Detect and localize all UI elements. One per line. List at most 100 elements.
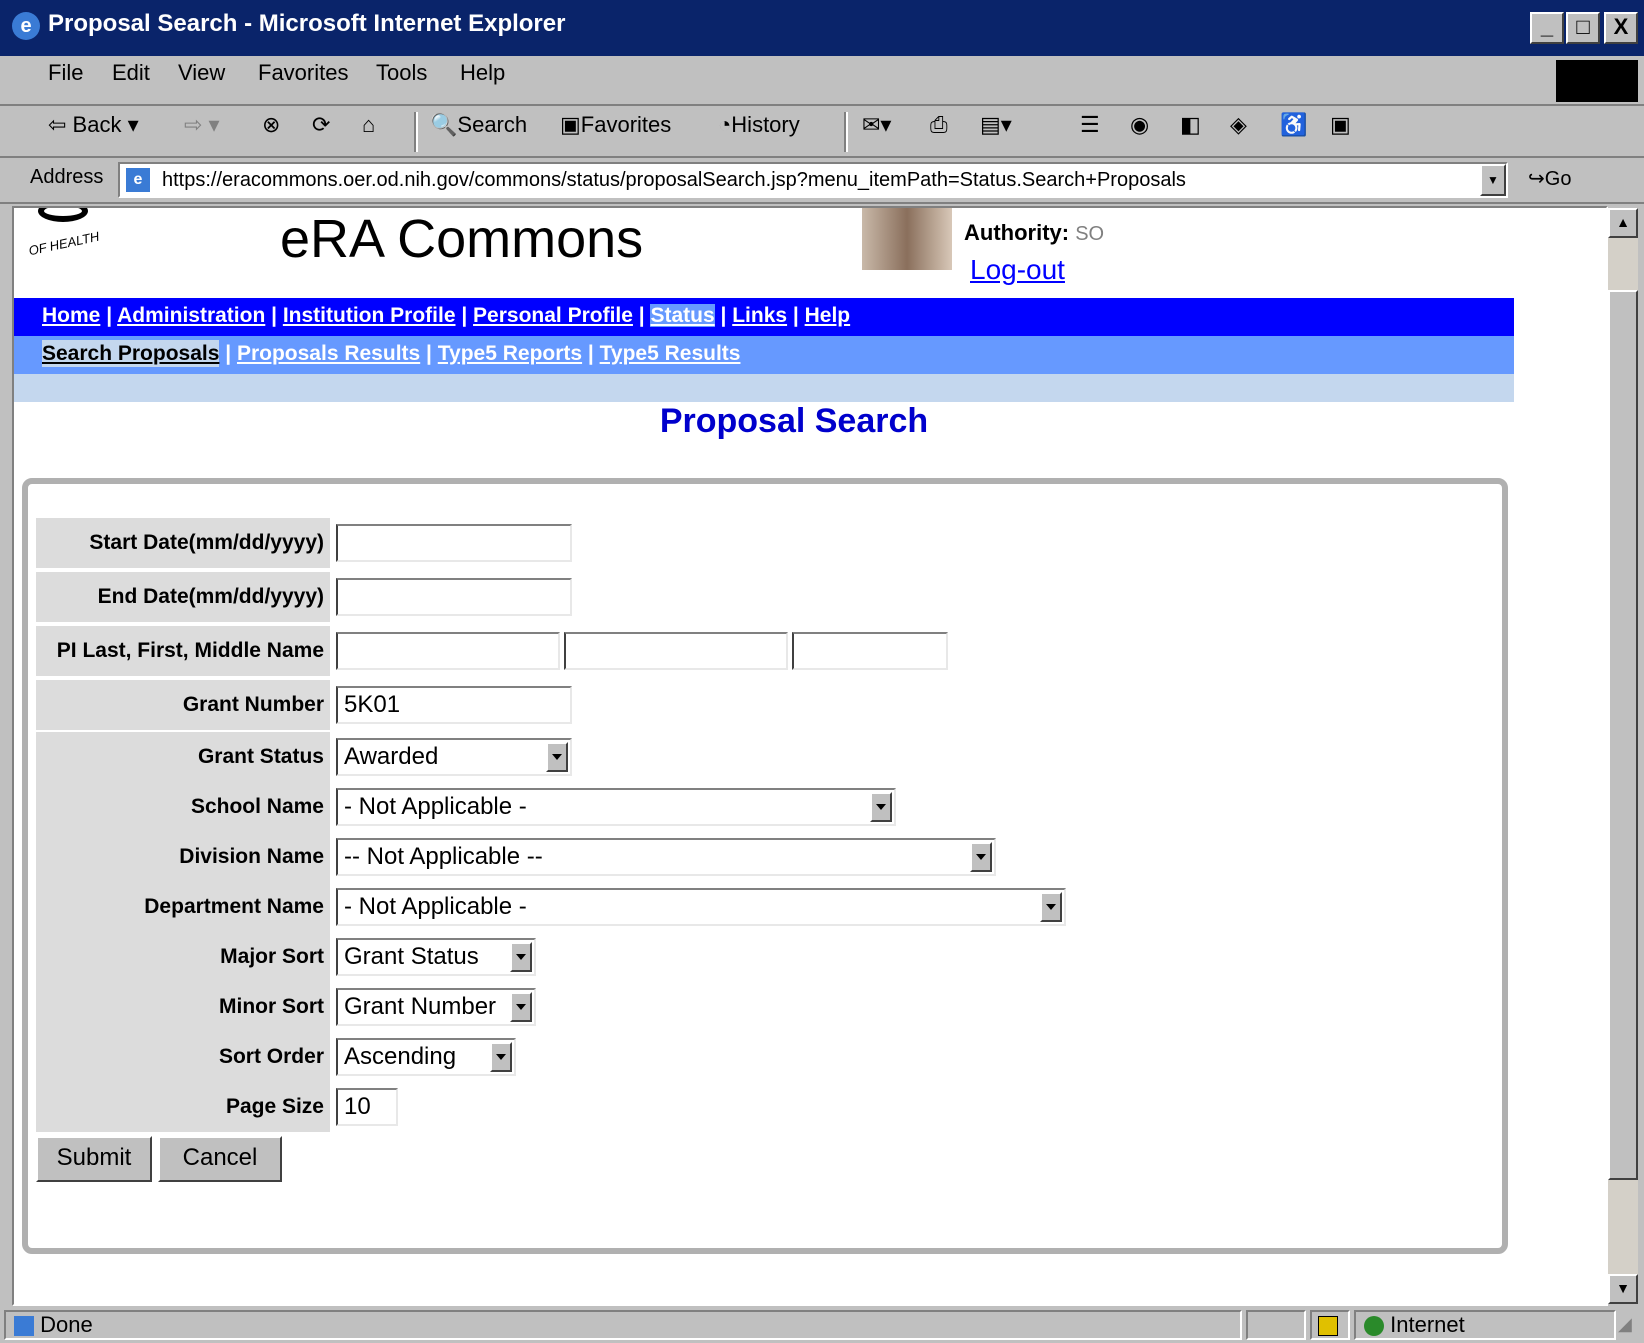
history-button[interactable]: ◔History (718, 112, 800, 138)
page-title: Proposal Search (659, 402, 929, 440)
status-panel-empty (1246, 1310, 1306, 1340)
page-size-input[interactable]: 10 (336, 1088, 398, 1126)
address-label: Address (30, 166, 104, 188)
toolbar-separator (844, 112, 848, 152)
authority-value: SO (1075, 223, 1105, 245)
department-name-label: Department Name (36, 882, 330, 932)
close-button[interactable]: X (1604, 12, 1638, 44)
grant-status-value: Awarded (344, 743, 439, 770)
security-panel (1310, 1310, 1350, 1340)
status-text-panel: Done (4, 1310, 1242, 1340)
scroll-thumb[interactable] (1608, 290, 1638, 1180)
messenger-icon[interactable]: ◉ (1130, 112, 1149, 138)
submit-button[interactable]: Submit (36, 1136, 152, 1182)
address-input[interactable]: https://eracommons.oer.od.nih.gov/common… (118, 162, 1508, 198)
major-sort-label: Major Sort (36, 932, 330, 982)
sort-order-select[interactable]: Ascending (336, 1038, 516, 1076)
division-name-select[interactable]: -- Not Applicable -- (336, 838, 996, 876)
resize-grip-icon[interactable]: ◢ (1618, 1314, 1642, 1340)
nav-home[interactable]: Home (42, 304, 100, 327)
window-title: Proposal Search - Microsoft Internet Exp… (48, 10, 566, 37)
school-name-label: School Name (36, 782, 330, 832)
refresh-icon[interactable]: ⟳ (312, 112, 330, 138)
history-icon: ◔ (718, 112, 732, 137)
accessibility-icon[interactable]: ♿ (1280, 112, 1307, 138)
end-date-input[interactable] (336, 578, 572, 616)
menu-favorites[interactable]: Favorites (258, 60, 348, 86)
forward-button[interactable]: ⇨ ▾ (184, 112, 220, 138)
nav-institution-profile[interactable]: Institution Profile (283, 304, 456, 327)
nav-administration[interactable]: Administration (117, 304, 265, 327)
division-name-label: Division Name (36, 832, 330, 882)
subnav-proposals-results[interactable]: Proposals Results (237, 342, 420, 365)
print-icon[interactable]: ⎙ (930, 112, 948, 138)
grant-number-input[interactable]: 5K01 (336, 686, 572, 724)
minimize-button[interactable]: _ (1530, 12, 1564, 44)
page-done-icon (14, 1316, 34, 1337)
department-name-value: - Not Applicable - (344, 893, 527, 920)
menu-view[interactable]: View (178, 60, 225, 86)
nav-help[interactable]: Help (805, 304, 851, 327)
chevron-down-icon (510, 942, 532, 972)
sort-order-value: Ascending (344, 1043, 457, 1070)
chevron-down-icon (870, 792, 892, 822)
pi-first-name-input[interactable] (564, 632, 788, 670)
minor-sort-label: Minor Sort (36, 982, 330, 1032)
research-icon[interactable]: ◧ (1180, 112, 1201, 138)
scroll-up-button[interactable]: ▲ (1608, 208, 1638, 238)
cancel-button[interactable]: Cancel (158, 1136, 282, 1182)
pi-last-name-input[interactable] (336, 632, 560, 670)
site-title: eRA Commons (280, 209, 644, 269)
pi-name-label: PI Last, First, Middle Name (36, 626, 330, 676)
school-name-value: - Not Applicable - (344, 793, 527, 820)
mail-icon[interactable]: ✉▾ (862, 112, 891, 138)
sub-nav-fill (14, 374, 1514, 402)
nav-links[interactable]: Links (732, 304, 787, 327)
forward-arrow-icon: ⇨ ▾ (184, 112, 220, 137)
department-name-select[interactable]: - Not Applicable - (336, 888, 1066, 926)
menu-file[interactable]: File (48, 60, 83, 86)
address-dropdown-button[interactable]: ▼ (1480, 164, 1506, 196)
subnav-type5-results[interactable]: Type5 Results (600, 342, 741, 365)
search-button[interactable]: 🔍Search (430, 112, 527, 138)
menu-tools[interactable]: Tools (376, 60, 427, 86)
chevron-down-icon (970, 842, 992, 872)
maximize-button[interactable]: □ (1566, 12, 1600, 44)
authority-label: Authority: (964, 220, 1070, 245)
title-bar: e Proposal Search - Microsoft Internet E… (0, 0, 1644, 56)
discuss-icon[interactable]: ☰ (1080, 112, 1100, 138)
back-button[interactable]: ⇦ Back ▾ (48, 112, 139, 138)
pi-middle-name-input[interactable] (792, 632, 948, 670)
authority-row: Authority: SO (964, 220, 1104, 246)
menu-help[interactable]: Help (460, 60, 505, 86)
chevron-down-icon (490, 1042, 512, 1072)
tools-icon[interactable]: ◈ (1230, 112, 1247, 138)
subnav-search-proposals[interactable]: Search Proposals (42, 340, 220, 367)
menu-edit[interactable]: Edit (112, 60, 150, 86)
grant-status-select[interactable]: Awarded (336, 738, 572, 776)
subnav-type5-reports[interactable]: Type5 Reports (438, 342, 582, 365)
main-nav-links: Home | Administration | Institution Prof… (42, 304, 851, 327)
grant-number-label: Grant Number (36, 680, 330, 730)
start-date-input[interactable] (336, 524, 572, 562)
home-icon[interactable]: ⌂ (362, 112, 375, 138)
lock-icon (1318, 1316, 1338, 1337)
media-icon[interactable]: ▣ (1330, 112, 1351, 138)
nav-status[interactable]: Status (650, 304, 715, 327)
minor-sort-select[interactable]: Grant Number (336, 988, 536, 1026)
favorites-button[interactable]: ▣Favorites (560, 112, 671, 138)
go-button[interactable]: ↪Go (1528, 166, 1571, 191)
chevron-down-icon (1040, 892, 1062, 922)
edit-icon[interactable]: ▤▾ (980, 112, 1012, 138)
minor-sort-value: Grant Number (344, 993, 497, 1020)
url-text: https://eracommons.oer.od.nih.gov/common… (162, 169, 1186, 191)
chevron-down-icon (546, 742, 568, 772)
windows-logo-icon (1556, 60, 1638, 102)
major-sort-select[interactable]: Grant Status (336, 938, 536, 976)
scroll-down-button[interactable]: ▼ (1608, 1274, 1638, 1304)
stop-icon[interactable]: ⊗ (262, 112, 280, 138)
school-name-select[interactable]: - Not Applicable - (336, 788, 896, 826)
nav-personal-profile[interactable]: Personal Profile (473, 304, 633, 327)
logout-link[interactable]: Log-out (970, 254, 1065, 286)
building-image (862, 208, 952, 270)
